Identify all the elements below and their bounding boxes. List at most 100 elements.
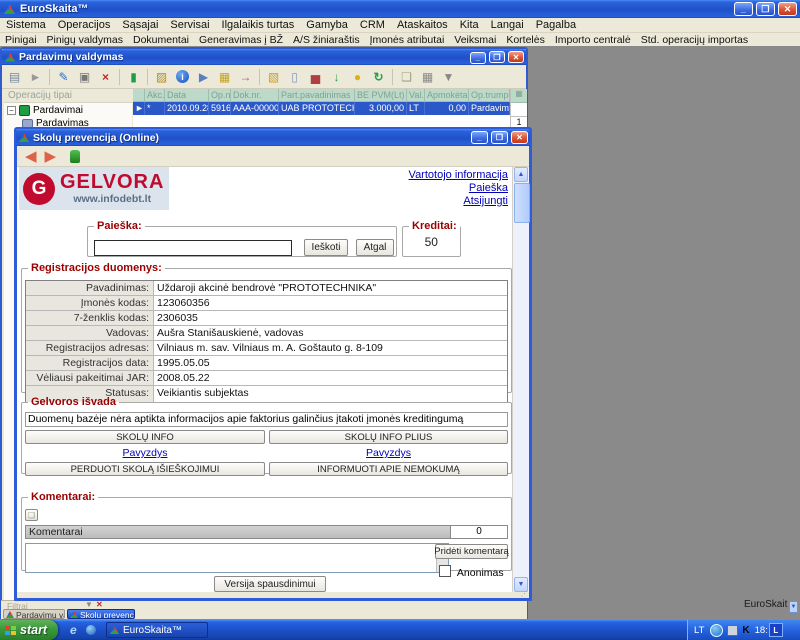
- grid-cell[interactable]: Pardavimas: [469, 102, 510, 115]
- maximize-button[interactable]: ❐: [756, 2, 775, 16]
- card-icon[interactable]: ▯: [285, 68, 304, 86]
- menu-ataskaitos[interactable]: Ataskaitos: [391, 18, 454, 31]
- menu-ilgalaikis-turtas[interactable]: Ilgalaikis turtas: [216, 18, 301, 31]
- menu-operacijos[interactable]: Operacijos: [52, 18, 117, 31]
- dialog-maximize-button[interactable]: ❐: [491, 131, 508, 144]
- show-desktop-icon[interactable]: [86, 625, 96, 635]
- grid-cell[interactable]: *: [145, 102, 165, 115]
- tool-importo-centrale[interactable]: Importo centralė: [550, 33, 636, 46]
- back-button[interactable]: Atgal: [356, 239, 394, 256]
- anonymous-checkbox[interactable]: [439, 565, 451, 577]
- menu-sasajai[interactable]: Sąsajai: [116, 18, 164, 31]
- copy-row-icon[interactable]: ▣: [75, 68, 94, 86]
- grid-header[interactable]: Data: [165, 89, 209, 102]
- insolvency-button[interactable]: INFORMUOTI APIE NEMOKUMĄ: [269, 462, 508, 476]
- start-button[interactable]: start: [0, 620, 58, 640]
- tree-node-label[interactable]: Pardavimai: [33, 105, 83, 116]
- scrollbar-thumb[interactable]: [514, 183, 530, 223]
- tool-pinigu-valdymas[interactable]: Pinigų valdymas: [42, 33, 128, 46]
- grid-cell[interactable]: 2010.09.28: [165, 102, 209, 115]
- grid-header[interactable]: BE PVM(Lt): [355, 89, 407, 102]
- tool-generavimas[interactable]: Generavimas į BŽ: [194, 33, 288, 46]
- menu-pagalba[interactable]: Pagalba: [530, 18, 582, 31]
- tree-node-pardavimai[interactable]: − Pardavimai: [4, 103, 132, 116]
- info-icon[interactable]: i: [173, 68, 192, 86]
- menu-sistema[interactable]: Sistema: [0, 18, 52, 31]
- parrot-icon[interactable]: [70, 150, 80, 163]
- grid-header[interactable]: Op.trumpa: [469, 89, 510, 102]
- grid-cell[interactable]: 0,00: [425, 102, 469, 115]
- example-link-right[interactable]: Pavyzdys: [269, 447, 508, 459]
- document-icon[interactable]: ❑: [397, 68, 416, 86]
- grid-cell[interactable]: 3.000,00: [355, 102, 407, 115]
- logout-link[interactable]: Atsijungti: [409, 195, 508, 208]
- task-button-euroskaita[interactable]: EuroSkaita™: [106, 622, 208, 638]
- dialog-close-button[interactable]: ✕: [511, 131, 528, 144]
- user-info-link[interactable]: Vartotojo informacija: [409, 169, 508, 182]
- tab-debt-window[interactable]: Skolų prevencija: [67, 609, 135, 619]
- search-button[interactable]: Ieškoti: [304, 239, 348, 256]
- menu-langai[interactable]: Langai: [485, 18, 530, 31]
- grid-cell[interactable]: AAA-0000001: [231, 102, 279, 115]
- scroll-down-icon[interactable]: ▼: [514, 577, 528, 592]
- tool-as-ziniarastis[interactable]: A/S žiniaraštis: [288, 33, 365, 46]
- tool-pinigai[interactable]: Pinigai: [0, 33, 42, 46]
- minimize-button[interactable]: _: [734, 2, 753, 16]
- tray-language-icon[interactable]: [710, 624, 723, 637]
- dialog-scrollbar[interactable]: ▲ ▼: [512, 167, 529, 592]
- print-version-button[interactable]: Versija spausdinimui: [214, 576, 326, 592]
- note-icon[interactable]: ▦: [215, 68, 234, 86]
- edit-row-icon[interactable]: ✎: [54, 68, 73, 86]
- sales-maximize-button[interactable]: ❐: [489, 51, 505, 63]
- scroll-up-icon[interactable]: ▲: [514, 167, 528, 182]
- import-icon[interactable]: ↓: [327, 68, 346, 86]
- properties-icon[interactable]: ▤: [5, 68, 24, 86]
- print-doc-icon[interactable]: ▨: [152, 68, 171, 86]
- grid-header[interactable]: Dok.nr.: [231, 89, 279, 102]
- tab-sales-window[interactable]: Pardavimų valdymas: [3, 609, 65, 619]
- tree-expander-icon[interactable]: −: [7, 106, 16, 115]
- tool-veiksmai[interactable]: Veiksmai: [449, 33, 501, 46]
- grid-header[interactable]: Part.pavadinimas: [279, 89, 355, 102]
- menu-crm[interactable]: CRM: [354, 18, 391, 31]
- tool-std-importas[interactable]: Std. operacijų importas: [636, 33, 753, 46]
- ledger-icon[interactable]: ▮: [124, 68, 143, 86]
- debt-info-plus-button[interactable]: SKOLŲ INFO PLIUS: [269, 430, 508, 444]
- transfer-debt-button[interactable]: PERDUOTI SKOLĄ IŠIEŠKOJIMUI: [25, 462, 265, 476]
- example-link-left[interactable]: Pavyzdys: [25, 447, 265, 459]
- export-icon[interactable]: →: [236, 68, 255, 86]
- comment-textarea[interactable]: ▲ ▼: [25, 543, 449, 573]
- scroll-down-icon[interactable]: ▼: [789, 601, 798, 613]
- grid-cell[interactable]: 5916: [209, 102, 231, 115]
- grid-header[interactable]: Op.nr.: [209, 89, 231, 102]
- delivery-icon[interactable]: ▶: [194, 68, 213, 86]
- filter-tool-icon[interactable]: ▼: [439, 68, 458, 86]
- dialog-minimize-button[interactable]: _: [471, 131, 488, 144]
- tool-imones-atributai[interactable]: Įmonės atributai: [365, 33, 450, 46]
- grid-cell[interactable]: UAB PROTOTECHNIKA: [279, 102, 355, 115]
- coins-icon[interactable]: ●: [348, 68, 367, 86]
- tool-korteles[interactable]: Kortelės: [501, 33, 550, 46]
- internet-explorer-icon[interactable]: e: [70, 623, 77, 637]
- grid-header[interactable]: Akc.?: [145, 89, 165, 102]
- search-link[interactable]: Paieška: [409, 182, 508, 195]
- tool-dokumentai[interactable]: Dokumentai: [128, 33, 194, 46]
- sales-close-button[interactable]: ✕: [508, 51, 524, 63]
- grid-header[interactable]: Apmokėta: [425, 89, 469, 102]
- filter-funnel-icon[interactable]: ▼: [85, 600, 93, 609]
- refresh-icon[interactable]: ↻: [369, 68, 388, 86]
- resize-grip[interactable]: ⋰: [521, 592, 528, 598]
- debt-info-button[interactable]: SKOLŲ INFO: [25, 430, 265, 444]
- grid-corner-icon[interactable]: ▦: [511, 89, 527, 103]
- language-indicator[interactable]: LT: [694, 625, 704, 636]
- new-comment-icon[interactable]: ❑: [25, 509, 38, 521]
- menu-kita[interactable]: Kita: [454, 18, 485, 31]
- nav-forward-icon[interactable]: ▶: [45, 149, 57, 164]
- nav-back-icon[interactable]: ◀: [25, 149, 37, 164]
- chart-icon[interactable]: ▅: [306, 68, 325, 86]
- menu-gamyba[interactable]: Gamyba: [300, 18, 354, 31]
- calendar-icon[interactable]: ▧: [264, 68, 283, 86]
- grid-cell[interactable]: LT: [407, 102, 425, 115]
- tray-k-icon[interactable]: K: [742, 625, 749, 636]
- grid-header[interactable]: Val.: [407, 89, 425, 102]
